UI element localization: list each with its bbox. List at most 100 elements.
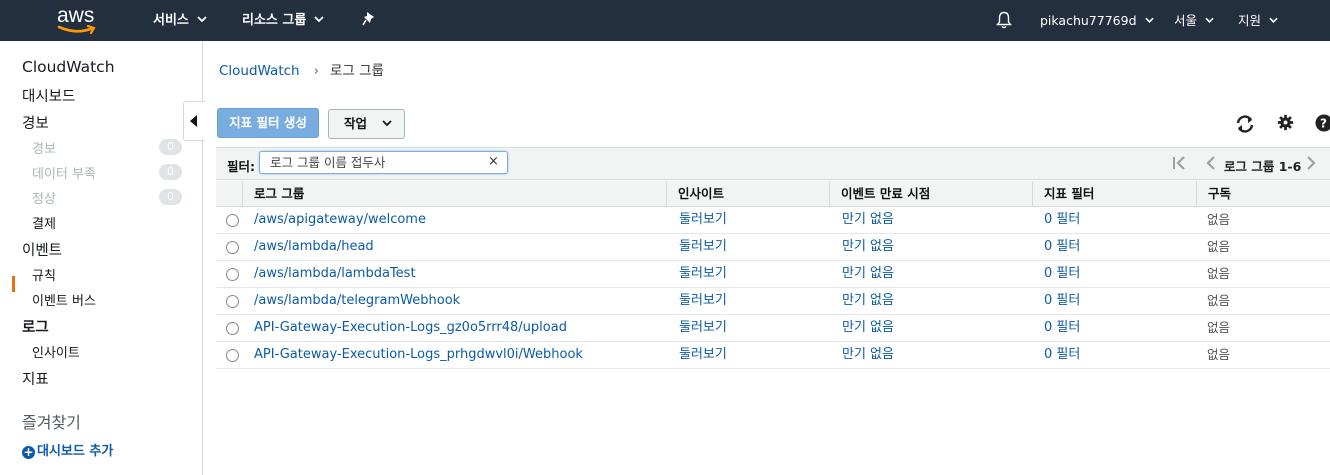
row-select-radio[interactable] bbox=[226, 349, 239, 362]
sidebar-item-ok[interactable]: 정상 bbox=[32, 188, 56, 207]
expire-events-link[interactable]: 만기 없음 bbox=[842, 342, 894, 368]
insights-explore-link[interactable]: 둘러보기 bbox=[679, 288, 727, 314]
svg-text:?: ? bbox=[1320, 117, 1327, 131]
sidebar-item-event-buses[interactable]: 이벤트 버스 bbox=[32, 290, 96, 309]
insights-explore-link[interactable]: 둘러보기 bbox=[679, 234, 727, 260]
table-row[interactable]: /aws/apigateway/welcome 둘러보기 만기 없음 0 필터 … bbox=[216, 207, 1330, 234]
bell-icon[interactable] bbox=[996, 11, 1012, 29]
row-select-radio[interactable] bbox=[226, 241, 239, 254]
help-icon[interactable]: ? bbox=[1315, 114, 1330, 132]
subscription-value: 없음 bbox=[1207, 212, 1231, 227]
sidebar-item-logs[interactable]: 로그 bbox=[22, 316, 49, 337]
gear-icon[interactable] bbox=[1277, 114, 1294, 131]
log-group-name-link[interactable]: /aws/lambda/head bbox=[254, 234, 374, 260]
expire-events-link[interactable]: 만기 없음 bbox=[842, 207, 894, 233]
sidebar-item-billing[interactable]: 결제 bbox=[32, 213, 56, 232]
table-row[interactable]: /aws/lambda/telegramWebhook 둘러보기 만기 없음 0… bbox=[216, 288, 1330, 315]
insights-explore-link[interactable]: 둘러보기 bbox=[679, 207, 727, 233]
insights-explore-link[interactable]: 둘러보기 bbox=[679, 342, 727, 368]
aws-smile-icon bbox=[57, 25, 96, 35]
previous-page-icon[interactable] bbox=[1206, 156, 1216, 170]
metric-filters-link[interactable]: 0 필터 bbox=[1044, 288, 1080, 314]
row-select-radio[interactable] bbox=[226, 295, 239, 308]
log-group-name-link[interactable]: /aws/lambda/lambdaTest bbox=[254, 261, 416, 287]
expire-events-link[interactable]: 만기 없음 bbox=[842, 261, 894, 287]
filter-label: 필터: bbox=[227, 159, 255, 174]
metric-filters-link[interactable]: 0 필터 bbox=[1044, 207, 1080, 233]
region-menu[interactable]: 서울 bbox=[1174, 0, 1214, 41]
sidebar-collapse-toggle[interactable] bbox=[183, 101, 205, 141]
insufficient-count-badge: 0 bbox=[159, 164, 182, 180]
sidebar-item-insights[interactable]: 인사이트 bbox=[32, 342, 80, 361]
table-row[interactable]: /aws/lambda/lambdaTest 둘러보기 만기 없음 0 필터 없… bbox=[216, 261, 1330, 288]
plus-circle-icon: + bbox=[22, 445, 35, 459]
sidebar-item-rules[interactable]: 규칙 bbox=[32, 265, 56, 284]
aws-logo[interactable]: aws bbox=[57, 4, 101, 36]
favorites-heading: 즐겨찾기 bbox=[22, 413, 81, 432]
table-row[interactable]: /aws/lambda/head 둘러보기 만기 없음 0 필터 없음 bbox=[216, 234, 1330, 261]
active-item-marker bbox=[12, 276, 15, 292]
sidebar-item-alarm-state[interactable]: 경보 bbox=[32, 138, 56, 157]
column-header-subscriptions[interactable]: 구독 bbox=[1196, 181, 1330, 207]
table-header: 로그 그룹 인사이트 이벤트 만료 시점 지표 필터 구독 bbox=[216, 181, 1330, 207]
expire-events-link[interactable]: 만기 없음 bbox=[842, 288, 894, 314]
expire-events-link[interactable]: 만기 없음 bbox=[842, 234, 894, 260]
filter-bar: 필터: × 로그 그룹 1-6 bbox=[216, 147, 1330, 180]
log-group-prefix-search-input[interactable] bbox=[259, 151, 508, 174]
log-group-name-link[interactable]: API-Gateway-Execution-Logs_gz0o5rrr48/up… bbox=[254, 315, 567, 341]
metric-filters-link[interactable]: 0 필터 bbox=[1044, 234, 1080, 260]
insights-explore-link[interactable]: 둘러보기 bbox=[679, 315, 727, 341]
add-dashboard-label: 대시보드 추가 bbox=[37, 444, 114, 459]
support-menu[interactable]: 지원 bbox=[1238, 0, 1278, 41]
chevron-down-icon bbox=[1269, 17, 1278, 23]
chevron-down-icon bbox=[197, 16, 207, 22]
pagination-range: 로그 그룹 1-6 bbox=[1224, 159, 1302, 174]
column-header-log-group[interactable]: 로그 그룹 bbox=[242, 181, 666, 207]
first-page-icon[interactable] bbox=[1172, 156, 1188, 170]
actions-label: 작업 bbox=[344, 116, 368, 131]
pin-icon[interactable] bbox=[362, 11, 376, 27]
sidebar-item-dashboards[interactable]: 대시보드 bbox=[22, 85, 75, 106]
sidebar-item-insufficient-data[interactable]: 데이터 부족 bbox=[32, 163, 96, 182]
row-select-radio[interactable] bbox=[226, 214, 239, 227]
log-group-name-link[interactable]: API-Gateway-Execution-Logs_prhgdwvl0i/We… bbox=[254, 342, 583, 368]
log-group-name-link[interactable]: /aws/apigateway/welcome bbox=[254, 207, 426, 233]
next-page-icon[interactable] bbox=[1306, 156, 1316, 170]
metric-filters-link[interactable]: 0 필터 bbox=[1044, 261, 1080, 287]
caret-left-icon bbox=[190, 115, 197, 127]
row-select-radio[interactable] bbox=[226, 268, 239, 281]
insights-explore-link[interactable]: 둘러보기 bbox=[679, 261, 727, 287]
table-row[interactable]: API-Gateway-Execution-Logs_prhgdwvl0i/We… bbox=[216, 342, 1330, 369]
actions-dropdown-button[interactable]: 작업 bbox=[328, 109, 405, 139]
metric-filters-link[interactable]: 0 필터 bbox=[1044, 342, 1080, 368]
subscription-value: 없음 bbox=[1207, 320, 1231, 335]
ok-count-badge: 0 bbox=[159, 189, 182, 205]
row-select-radio[interactable] bbox=[226, 322, 239, 335]
breadcrumb-current: 로그 그룹 bbox=[330, 63, 384, 79]
top-navigation-bar: aws 서비스 리소스 그룹 pikachu77769d 서울 지원 bbox=[0, 0, 1330, 41]
refresh-icon[interactable] bbox=[1234, 114, 1256, 134]
alarm-count-badge: 0 bbox=[159, 139, 182, 155]
create-metric-filter-button[interactable]: 지표 필터 생성 bbox=[217, 108, 319, 138]
log-group-name-link[interactable]: /aws/lambda/telegramWebhook bbox=[254, 288, 460, 314]
breadcrumb-cloudwatch-link[interactable]: CloudWatch bbox=[219, 63, 300, 79]
expire-events-link[interactable]: 만기 없음 bbox=[842, 315, 894, 341]
chevron-down-icon bbox=[1144, 17, 1154, 23]
region-label: 서울 bbox=[1174, 13, 1198, 28]
sidebar-item-events[interactable]: 이벤트 bbox=[22, 239, 62, 260]
subscription-value: 없음 bbox=[1207, 347, 1231, 362]
account-menu[interactable]: pikachu77769d bbox=[1040, 0, 1154, 41]
metric-filters-link[interactable]: 0 필터 bbox=[1044, 315, 1080, 341]
resource-groups-menu[interactable]: 리소스 그룹 bbox=[242, 0, 324, 41]
add-dashboard-link[interactable]: + 대시보드 추가 bbox=[22, 440, 113, 459]
column-header-metric-filters[interactable]: 지표 필터 bbox=[1032, 181, 1196, 207]
table-row[interactable]: API-Gateway-Execution-Logs_gz0o5rrr48/up… bbox=[216, 315, 1330, 342]
sidebar-item-metrics[interactable]: 지표 bbox=[22, 368, 49, 389]
services-menu[interactable]: 서비스 bbox=[153, 0, 207, 41]
column-header-event-expiry[interactable]: 이벤트 만료 시점 bbox=[829, 181, 1032, 207]
column-header-insights[interactable]: 인사이트 bbox=[666, 181, 829, 207]
sidebar-item-alarms[interactable]: 경보 bbox=[22, 112, 49, 133]
breadcrumb: CloudWatch › 로그 그룹 bbox=[219, 59, 384, 79]
clear-filter-icon[interactable]: × bbox=[488, 154, 499, 169]
sidebar-title-cloudwatch[interactable]: CloudWatch bbox=[22, 58, 115, 76]
